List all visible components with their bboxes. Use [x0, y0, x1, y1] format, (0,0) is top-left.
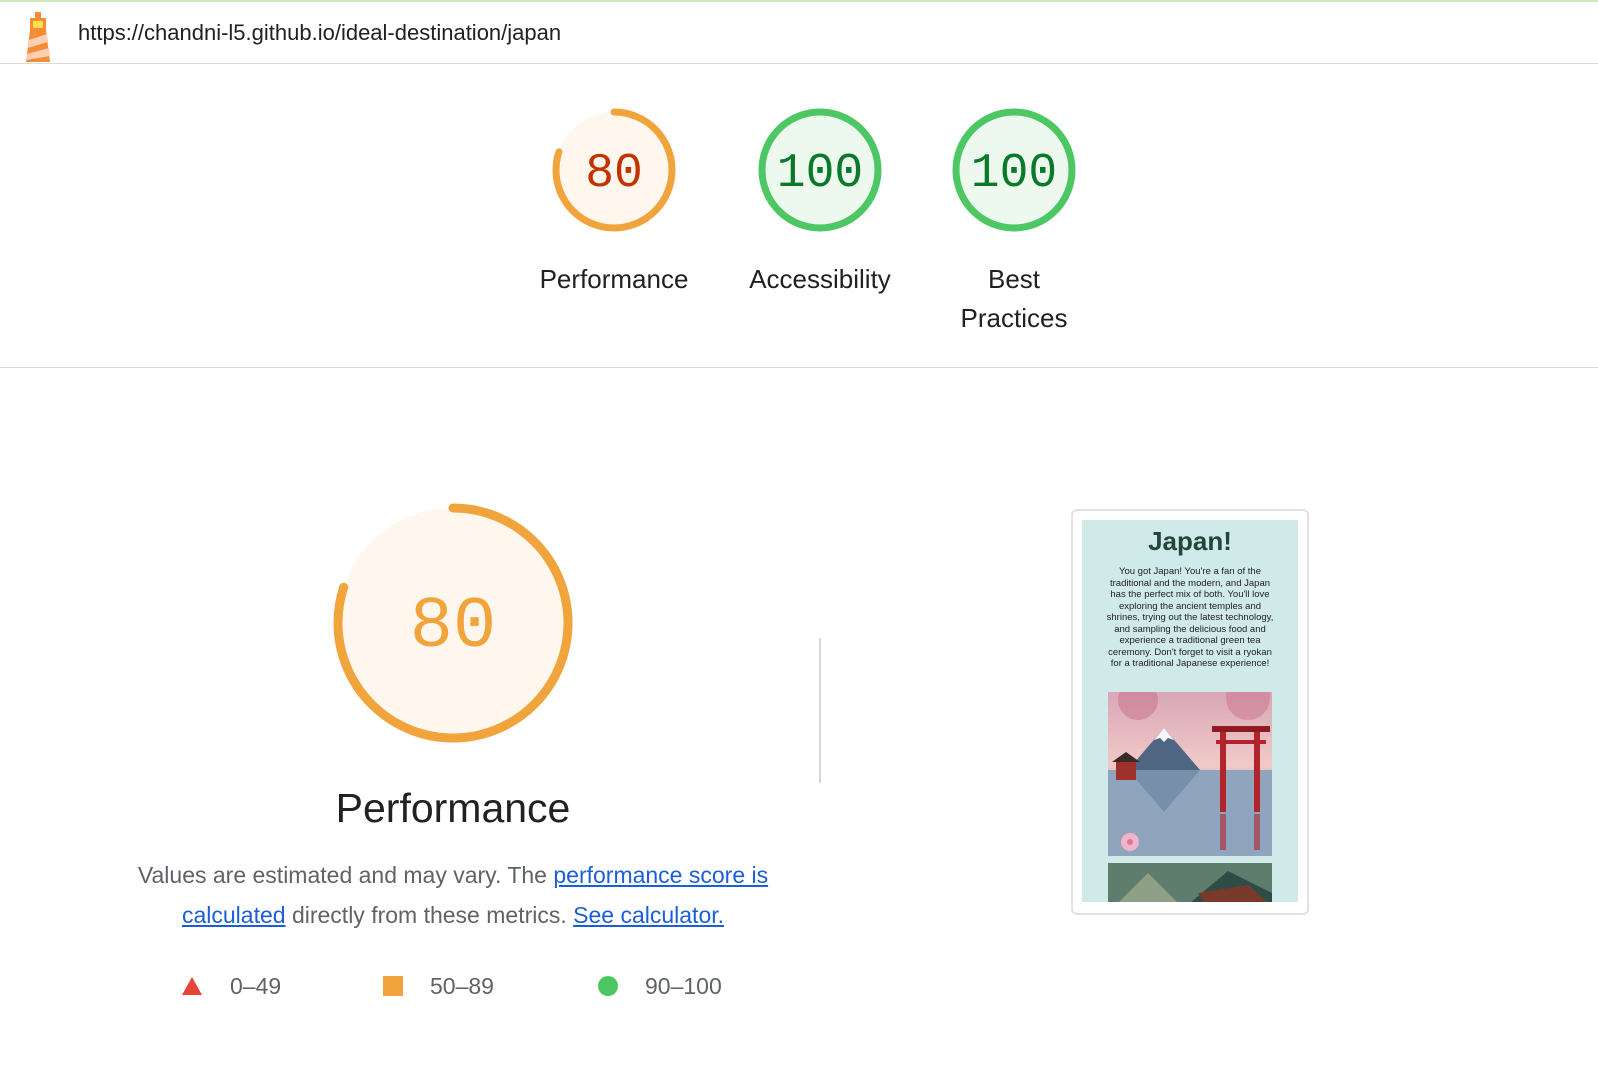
gauge-best-practices-score: 100 [971, 147, 1057, 201]
triangle-icon [182, 977, 202, 995]
description-text-2: directly from these metrics. [285, 902, 574, 928]
screenshot-title: Japan! [1148, 526, 1232, 556]
gauge-performance-ring: 80 [552, 108, 676, 232]
performance-title: Performance [335, 785, 571, 831]
gauge-accessibility-label: Accessibility [749, 264, 891, 294]
screenshot-text: You got Japan! You're a fan of the tradi… [1106, 566, 1274, 669]
screenshot-page: Japan! You got Japan! You're a fan of th… [1082, 520, 1298, 902]
legend-item-pass: 90–100 [597, 968, 722, 1004]
see-calculator-link[interactable]: See calculator. [573, 902, 724, 928]
legend-item-average: 50–89 [382, 968, 494, 1004]
final-screenshot[interactable]: Japan! You got Japan! You're a fan of th… [1071, 509, 1309, 915]
gauge-accessibility-ring: 100 [758, 108, 882, 232]
legend-range-fail: 0–49 [230, 972, 282, 999]
legend-item-fail: 0–49 [180, 968, 281, 1004]
legend-range-average: 50–89 [430, 972, 494, 999]
page-url: https://chandni-l5.github.io/ideal-desti… [78, 20, 562, 45]
performance-score: 80 [410, 586, 496, 668]
performance-description: Values are estimated and may vary. The p… [120, 855, 786, 935]
performance-score-gauge: 80 [333, 503, 573, 743]
gauge-accessibility[interactable]: 100 Accessibility [730, 104, 910, 299]
report-url-bar: https://chandni-l5.github.io/ideal-desti… [0, 2, 1598, 64]
circle-icon [598, 976, 618, 996]
lighthouse-icon [26, 12, 50, 62]
gauge-best-practices-ring: 100 [952, 108, 1076, 232]
gauge-best-practices[interactable]: 100 Best Practices [924, 104, 1104, 338]
gauge-performance-score: 80 [585, 147, 643, 201]
japan-temple-image [1108, 863, 1272, 902]
gauge-accessibility-score: 100 [777, 147, 863, 201]
vertical-divider [819, 638, 821, 783]
gauge-performance[interactable]: 80 Performance [524, 104, 704, 299]
square-icon [383, 976, 403, 996]
category-scores: 80 Performance 100 Accessibility 100 Bes… [0, 64, 1598, 368]
legend-range-pass: 90–100 [645, 972, 722, 999]
description-text-1: Values are estimated and may vary. The [137, 862, 554, 888]
gauge-performance-label: Performance [539, 264, 689, 294]
japan-landscape-image [1108, 692, 1272, 856]
gauge-best-practices-label: Best Practices [960, 264, 1068, 333]
